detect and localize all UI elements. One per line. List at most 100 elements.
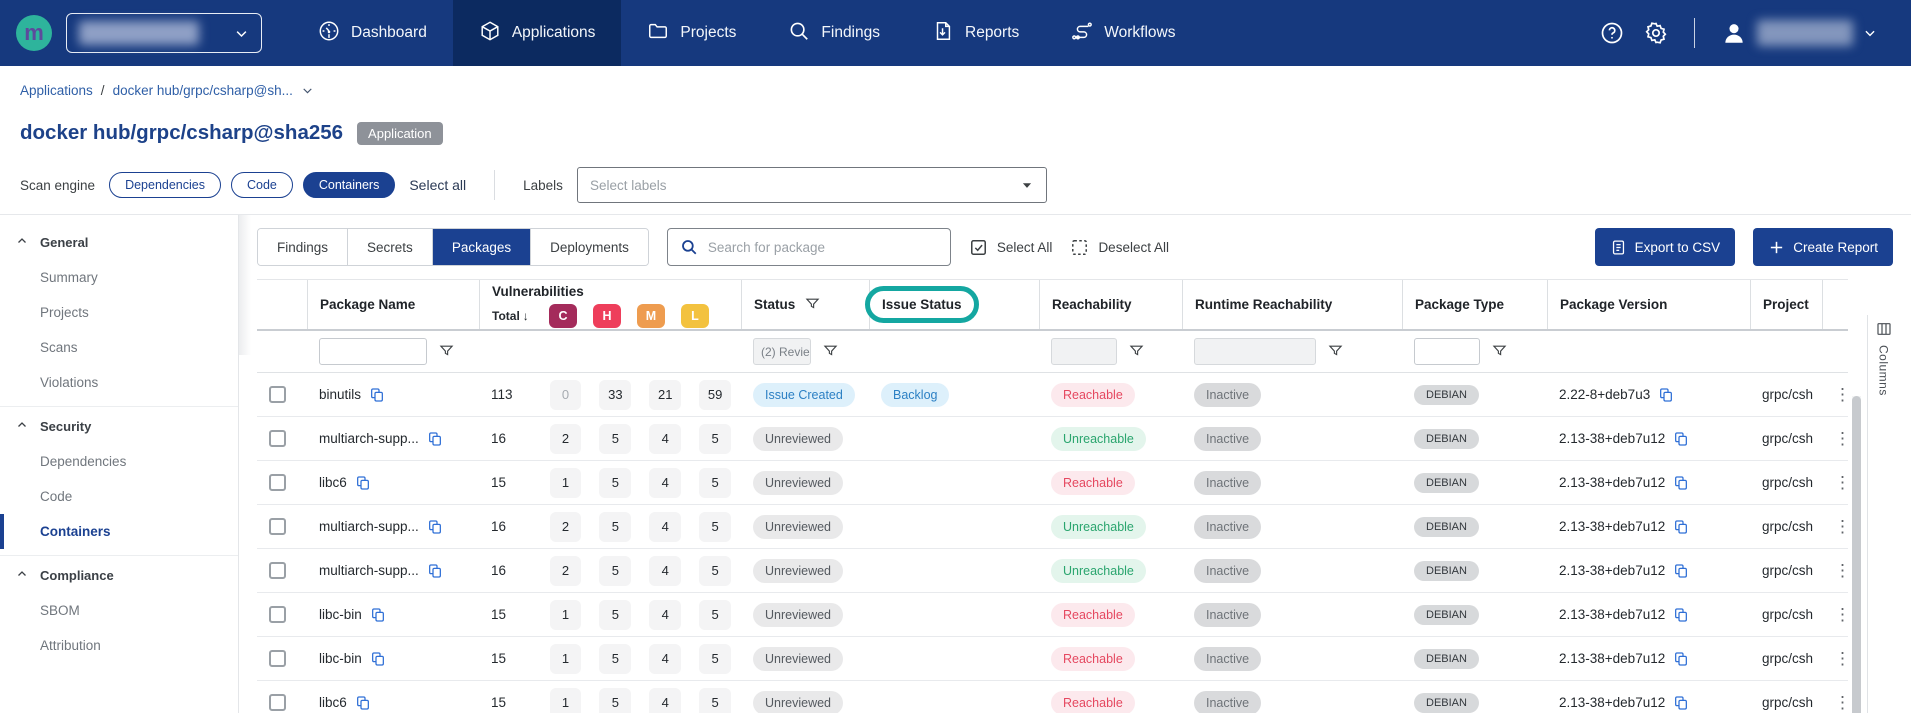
copy-icon[interactable] bbox=[370, 607, 386, 623]
vuln-count-c[interactable]: 1 bbox=[550, 468, 582, 498]
copy-icon[interactable] bbox=[1658, 387, 1674, 403]
row-checkbox[interactable] bbox=[269, 386, 286, 403]
status-pill[interactable]: Unreviewed bbox=[753, 515, 843, 539]
copy-icon[interactable] bbox=[1673, 695, 1689, 711]
tab-packages[interactable]: Packages bbox=[432, 229, 530, 265]
create-report-button[interactable]: Create Report bbox=[1753, 228, 1893, 266]
copy-icon[interactable] bbox=[355, 695, 371, 711]
copy-icon[interactable] bbox=[1673, 651, 1689, 667]
copy-icon[interactable] bbox=[1673, 607, 1689, 623]
sidebar-section-header-general[interactable]: General bbox=[0, 225, 238, 260]
vuln-count-c[interactable]: 2 bbox=[550, 424, 582, 454]
sidebar-item-attribution[interactable]: Attribution bbox=[0, 628, 238, 663]
status-filter-chip[interactable]: (2) Revie bbox=[753, 338, 811, 365]
status-pill[interactable]: Unreviewed bbox=[753, 691, 843, 713]
sidebar-item-projects[interactable]: Projects bbox=[0, 295, 238, 330]
kebab-menu-icon[interactable]: ⋮ bbox=[1834, 562, 1848, 579]
vuln-count-l[interactable]: 5 bbox=[699, 424, 731, 454]
filter-funnel-icon[interactable] bbox=[439, 343, 454, 361]
vuln-count-h[interactable]: 5 bbox=[599, 644, 631, 674]
runtime-filter-input[interactable] bbox=[1194, 338, 1316, 365]
vuln-count-m[interactable]: 4 bbox=[649, 556, 681, 586]
copy-icon[interactable] bbox=[1673, 475, 1689, 491]
vuln-count-h[interactable]: 5 bbox=[599, 424, 631, 454]
nav-item-applications[interactable]: Applications bbox=[453, 0, 622, 66]
tab-secrets[interactable]: Secrets bbox=[347, 229, 432, 265]
vuln-count-l[interactable]: 5 bbox=[699, 600, 731, 630]
vuln-count-c[interactable]: 1 bbox=[550, 600, 582, 630]
copy-icon[interactable] bbox=[427, 519, 443, 535]
vuln-count-l[interactable]: 5 bbox=[699, 468, 731, 498]
sidebar-item-containers[interactable]: Containers bbox=[0, 514, 238, 549]
nav-item-findings[interactable]: Findings bbox=[762, 0, 906, 66]
scan-select-all[interactable]: Select all bbox=[409, 177, 466, 193]
org-selector[interactable] bbox=[66, 13, 262, 53]
nav-item-dashboard[interactable]: Dashboard bbox=[292, 0, 453, 66]
reachability-filter-input[interactable] bbox=[1051, 338, 1117, 365]
status-filter-icon[interactable] bbox=[805, 296, 820, 314]
vertical-scrollbar[interactable] bbox=[1852, 396, 1861, 713]
copy-icon[interactable] bbox=[370, 651, 386, 667]
vuln-count-l[interactable]: 5 bbox=[699, 512, 731, 542]
vuln-count-h[interactable]: 5 bbox=[599, 512, 631, 542]
help-icon[interactable] bbox=[1600, 21, 1624, 45]
filter-funnel-icon[interactable] bbox=[1328, 343, 1343, 361]
vuln-count-c[interactable]: 2 bbox=[550, 556, 582, 586]
scan-chip-dependencies[interactable]: Dependencies bbox=[109, 172, 221, 198]
vuln-count-l[interactable]: 5 bbox=[699, 644, 731, 674]
vuln-count-h[interactable]: 5 bbox=[599, 556, 631, 586]
sidebar-section-header-compliance[interactable]: Compliance bbox=[0, 558, 238, 593]
scrollbar-thumb[interactable] bbox=[1852, 396, 1861, 713]
sidebar-item-code[interactable]: Code bbox=[0, 479, 238, 514]
kebab-menu-icon[interactable]: ⋮ bbox=[1834, 518, 1848, 535]
vuln-count-m[interactable]: 4 bbox=[649, 512, 681, 542]
total-sort[interactable]: Total↓ bbox=[492, 309, 546, 323]
vuln-count-m[interactable]: 21 bbox=[649, 380, 681, 410]
vuln-count-l[interactable]: 5 bbox=[699, 556, 731, 586]
kebab-menu-icon[interactable]: ⋮ bbox=[1834, 430, 1848, 447]
row-checkbox[interactable] bbox=[269, 430, 286, 447]
chevron-down-icon[interactable] bbox=[301, 84, 314, 97]
copy-icon[interactable] bbox=[1673, 563, 1689, 579]
vuln-count-l[interactable]: 59 bbox=[699, 380, 731, 410]
kebab-menu-icon[interactable]: ⋮ bbox=[1834, 694, 1848, 711]
user-menu[interactable] bbox=[1721, 20, 1877, 46]
vuln-count-h[interactable]: 5 bbox=[599, 688, 631, 713]
vuln-count-m[interactable]: 4 bbox=[649, 468, 681, 498]
issue-status-pill[interactable]: Backlog bbox=[881, 383, 949, 407]
kebab-menu-icon[interactable]: ⋮ bbox=[1834, 606, 1848, 623]
sidebar-item-violations[interactable]: Violations bbox=[0, 365, 238, 400]
row-checkbox[interactable] bbox=[269, 694, 286, 711]
sidebar-item-sbom[interactable]: SBOM bbox=[0, 593, 238, 628]
status-pill[interactable]: Unreviewed bbox=[753, 603, 843, 627]
nav-item-projects[interactable]: Projects bbox=[621, 0, 762, 66]
kebab-menu-icon[interactable]: ⋮ bbox=[1834, 386, 1848, 403]
vuln-count-c[interactable]: 1 bbox=[550, 644, 582, 674]
vuln-count-h[interactable]: 5 bbox=[599, 468, 631, 498]
status-pill[interactable]: Unreviewed bbox=[753, 559, 843, 583]
vuln-count-h[interactable]: 5 bbox=[599, 600, 631, 630]
vuln-count-m[interactable]: 4 bbox=[649, 644, 681, 674]
tab-findings[interactable]: Findings bbox=[258, 229, 347, 265]
vuln-count-c[interactable]: 2 bbox=[550, 512, 582, 542]
filter-funnel-icon[interactable] bbox=[1129, 343, 1144, 361]
severity-badge-m[interactable]: M bbox=[637, 304, 665, 328]
search-input[interactable] bbox=[708, 240, 938, 255]
columns-rail[interactable]: Columns bbox=[1867, 315, 1899, 713]
breadcrumb-current[interactable]: docker hub/grpc/csharp@sh... bbox=[113, 83, 293, 98]
tab-deployments[interactable]: Deployments bbox=[530, 229, 648, 265]
export-csv-button[interactable]: Export to CSV bbox=[1595, 228, 1736, 266]
copy-icon[interactable] bbox=[355, 475, 371, 491]
row-checkbox[interactable] bbox=[269, 650, 286, 667]
sidebar-section-header-security[interactable]: Security bbox=[0, 409, 238, 444]
scan-chip-code[interactable]: Code bbox=[231, 172, 293, 198]
package-name-filter-input[interactable] bbox=[319, 338, 427, 365]
sidebar-item-dependencies[interactable]: Dependencies bbox=[0, 444, 238, 479]
filter-funnel-icon[interactable] bbox=[1492, 343, 1507, 361]
package-search[interactable] bbox=[667, 228, 951, 266]
status-pill[interactable]: Unreviewed bbox=[753, 471, 843, 495]
row-checkbox[interactable] bbox=[269, 518, 286, 535]
labels-select[interactable]: Select labels bbox=[577, 167, 1047, 203]
severity-badge-c[interactable]: C bbox=[549, 304, 577, 328]
kebab-menu-icon[interactable]: ⋮ bbox=[1834, 650, 1848, 667]
